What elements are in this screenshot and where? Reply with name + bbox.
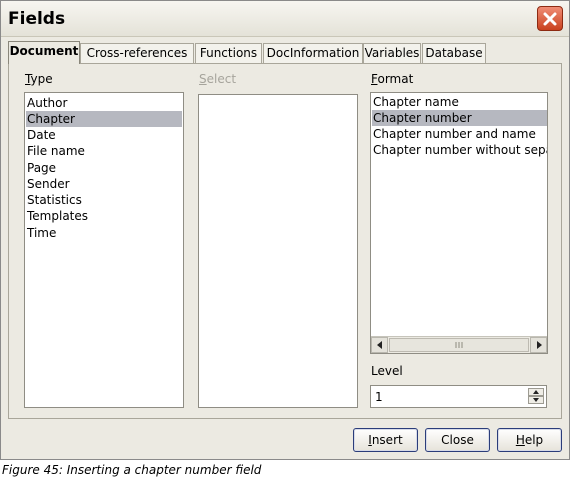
select-label-rest: elect: [206, 72, 237, 86]
arrow-up-icon: [533, 390, 539, 394]
type-item-author[interactable]: Author: [26, 95, 182, 111]
tab-functions[interactable]: Functions: [195, 43, 262, 63]
select-label-mnemonic: S: [199, 72, 207, 86]
format-item-chapter-number[interactable]: Chapter number: [372, 110, 547, 126]
title-bar[interactable]: Fields: [1, 1, 569, 37]
format-horizontal-scrollbar[interactable]: [371, 336, 547, 353]
level-label: Level: [371, 364, 403, 378]
fields-dialog: Fields Document Cross-references Functio…: [0, 0, 570, 460]
grip-icon: [455, 342, 463, 348]
help-mnemonic: H: [515, 433, 525, 447]
format-label-rest: ormat: [377, 72, 414, 86]
level-decrement-button[interactable]: [528, 396, 544, 404]
type-item-page[interactable]: Page: [26, 160, 182, 176]
type-label-rest: ype: [30, 72, 53, 86]
tab-database[interactable]: Database: [422, 43, 486, 63]
tab-document[interactable]: Document: [8, 41, 80, 64]
type-item-statistics[interactable]: Statistics: [26, 192, 182, 208]
tab-variables[interactable]: Variables: [363, 43, 421, 63]
close-button[interactable]: Close: [425, 428, 490, 452]
level-spin-buttons: [528, 388, 544, 405]
help-button[interactable]: Help: [497, 428, 562, 452]
format-item-chapter-name[interactable]: Chapter name: [372, 94, 547, 110]
insert-rest: nsert: [371, 433, 403, 447]
scroll-right-button[interactable]: [530, 337, 547, 353]
close-icon: [543, 12, 557, 25]
type-item-file-name[interactable]: File name: [26, 143, 182, 159]
scroll-left-button[interactable]: [371, 337, 388, 353]
type-item-sender[interactable]: Sender: [26, 176, 182, 192]
level-increment-button[interactable]: [528, 388, 544, 396]
type-item-date[interactable]: Date: [26, 127, 182, 143]
figure-caption: Figure 45: Inserting a chapter number fi…: [2, 463, 262, 477]
level-value[interactable]: 1: [375, 390, 383, 404]
dialog-title: Fields: [8, 9, 66, 29]
select-list[interactable]: [198, 94, 358, 408]
format-list[interactable]: Chapter name Chapter number Chapter numb…: [370, 92, 548, 354]
type-item-time[interactable]: Time: [26, 225, 182, 241]
type-item-chapter[interactable]: Chapter: [26, 111, 182, 127]
arrow-down-icon: [533, 398, 539, 402]
insert-button[interactable]: Insert: [353, 428, 418, 452]
level-spinbox[interactable]: 1: [370, 385, 547, 408]
format-label: Format: [371, 72, 413, 86]
arrow-right-icon: [536, 341, 542, 349]
scroll-thumb[interactable]: [389, 338, 529, 352]
type-item-templates[interactable]: Templates: [26, 208, 182, 224]
close-window-button[interactable]: [537, 6, 563, 31]
arrow-left-icon: [376, 341, 382, 349]
help-rest: elp: [524, 433, 544, 447]
type-list[interactable]: Author Chapter Date File name Page Sende…: [24, 92, 184, 408]
format-item-chapter-number-and-name[interactable]: Chapter number and name: [372, 126, 547, 142]
type-label: Type: [25, 72, 53, 86]
tab-cross-references[interactable]: Cross-references: [80, 43, 194, 63]
format-item-chapter-number-without-separator[interactable]: Chapter number without separator: [372, 142, 547, 158]
select-label: Select: [199, 72, 236, 86]
tab-docinformation[interactable]: DocInformation: [263, 43, 363, 63]
